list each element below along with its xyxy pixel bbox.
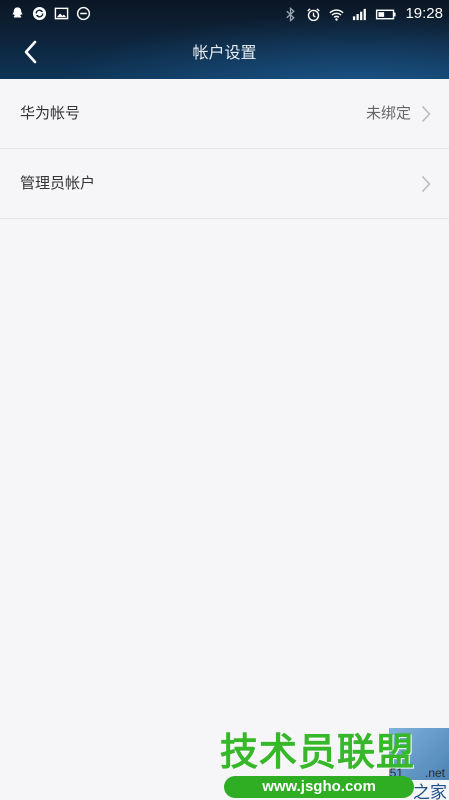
sync-icon xyxy=(32,6,47,21)
watermark-home: 之家 xyxy=(413,783,447,800)
chevron-right-icon xyxy=(421,105,431,123)
chevron-right-icon xyxy=(421,175,431,193)
watermark-main-text: 技术员联盟 xyxy=(220,730,416,774)
title-bar: 帐户设置 xyxy=(0,28,449,79)
settings-list: 华为帐号 未绑定 管理员帐户 xyxy=(0,79,449,219)
signal-icon xyxy=(352,7,367,22)
header: 19:28 帐户设置 xyxy=(0,0,449,79)
list-item-label: 华为帐号 xyxy=(20,104,81,122)
bluetooth-icon xyxy=(283,6,298,22)
list-item-huawei-account[interactable]: 华为帐号 未绑定 xyxy=(0,79,449,149)
watermark: 技术员联盟 51 .net www.jsgho.com 之家 xyxy=(214,728,449,800)
status-bar-right: 19:28 xyxy=(283,4,443,24)
page-title: 帐户设置 xyxy=(192,43,257,62)
list-item-label: 管理员帐户 xyxy=(20,174,96,192)
alarm-icon xyxy=(306,7,321,22)
status-bar-left xyxy=(10,6,91,21)
wifi-icon xyxy=(329,7,345,22)
status-bar: 19:28 xyxy=(0,0,449,28)
minus-circle-icon xyxy=(76,6,91,21)
battery-icon xyxy=(375,7,397,22)
list-item-admin-account[interactable]: 管理员帐户 xyxy=(0,149,449,219)
screen: 19:28 帐户设置 华为帐号 未绑定 管理员帐户 技术员联盟 51 .net … xyxy=(0,0,449,800)
image-icon xyxy=(54,6,69,21)
list-item-value: 未绑定 xyxy=(365,104,411,122)
status-time: 19:28 xyxy=(405,5,443,22)
watermark-url: www.jsgho.com xyxy=(224,776,414,798)
qq-icon xyxy=(10,6,25,21)
